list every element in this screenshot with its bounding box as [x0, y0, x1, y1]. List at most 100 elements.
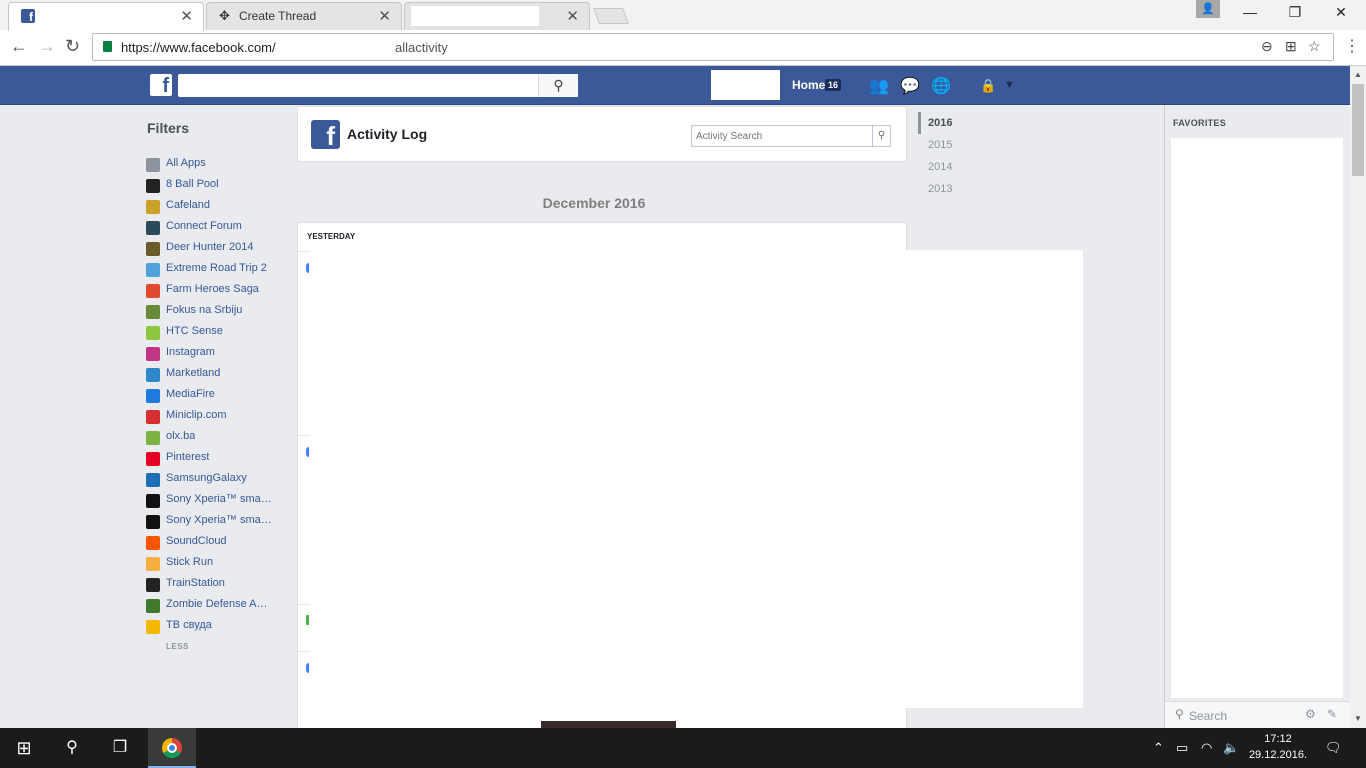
scroll-down-icon[interactable]: ▼: [1354, 714, 1362, 723]
filter-label: TrainStation: [166, 577, 225, 589]
translate-icon[interactable]: ⊞: [1285, 38, 1297, 55]
notifications-icon[interactable]: 🗨: [1325, 740, 1342, 756]
filter-item[interactable]: Extreme Road Trip 2: [146, 262, 286, 278]
home-link[interactable]: Home: [792, 78, 825, 92]
filter-item[interactable]: Farm Heroes Saga: [146, 283, 286, 299]
compose-icon[interactable]: ✎: [1327, 707, 1337, 721]
filter-label: Instagram: [166, 346, 215, 358]
app-icon: [146, 221, 160, 235]
back-arrow-icon[interactable]: ←: [10, 36, 28, 57]
year-link-2016[interactable]: 2016: [918, 112, 952, 134]
app-icon: [146, 242, 160, 256]
filter-item[interactable]: Marketland: [146, 367, 286, 383]
filter-item[interactable]: Zombie Defense A…: [146, 598, 286, 614]
forward-arrow-icon[interactable]: →: [38, 36, 56, 57]
forum-favicon-icon: ✥: [219, 8, 230, 23]
tab-close-icon[interactable]: ✕: [566, 7, 579, 25]
tab-create-thread[interactable]: ✥ Create Thread ✕: [206, 2, 402, 30]
filters-less-link[interactable]: LESS: [166, 642, 189, 651]
filter-item[interactable]: SamsungGalaxy: [146, 472, 286, 488]
filter-label: olx.ba: [166, 430, 196, 442]
activity-search-box[interactable]: ⚲: [691, 125, 891, 147]
filter-item[interactable]: Connect Forum: [146, 220, 286, 236]
year-link-2015[interactable]: 2015: [918, 134, 952, 156]
bookmark-star-icon[interactable]: ☆: [1308, 38, 1321, 55]
filter-item[interactable]: Sony Xperia™ sma…: [146, 493, 286, 509]
search-icon[interactable]: ⚲: [872, 126, 890, 146]
windows-taskbar: ⊞ ⚲ ❐ ⌃ ▭ ◠ 🔈 17:12 29.12.2016. 🗨: [0, 728, 1366, 768]
url-path-text: allactivity: [395, 40, 448, 55]
friend-requests-icon[interactable]: 👥: [869, 76, 889, 96]
facebook-logo-icon[interactable]: f: [150, 74, 172, 97]
zoom-icon[interactable]: ⊖: [1261, 38, 1273, 55]
tab-title: Create Thread: [239, 9, 317, 23]
minimize-icon[interactable]: —: [1240, 4, 1260, 20]
tab-facebook[interactable]: f ✕: [8, 2, 204, 31]
messages-icon[interactable]: 💬: [900, 76, 920, 96]
windows-start-icon[interactable]: ⊞: [0, 728, 48, 768]
chat-search-bar[interactable]: ⚲ Search ⚙ ✎: [1165, 701, 1351, 728]
chrome-taskbar-button[interactable]: [148, 728, 196, 768]
facebook-search-input[interactable]: ⚲: [178, 74, 578, 97]
filters-panel: Filters: [140, 120, 290, 150]
filter-item[interactable]: Stick Run: [146, 556, 286, 572]
filter-item[interactable]: Instagram: [146, 346, 286, 362]
filter-item[interactable]: Cafeland: [146, 199, 286, 215]
gear-icon[interactable]: ⚙: [1305, 707, 1316, 721]
tab-close-icon[interactable]: ✕: [378, 7, 391, 25]
tab-close-icon[interactable]: ✕: [180, 7, 193, 25]
tab-third[interactable]: ✕: [404, 2, 590, 30]
filter-label: Sony Xperia™ sma…: [166, 514, 272, 526]
app-icon: [146, 284, 160, 298]
scrollbar-thumb[interactable]: [1352, 84, 1364, 176]
new-tab-button[interactable]: [593, 8, 629, 24]
filter-item[interactable]: All Apps: [146, 157, 286, 173]
filter-label: Connect Forum: [166, 220, 242, 232]
page-scrollbar[interactable]: ▲ ▼: [1350, 66, 1366, 728]
profile-icon[interactable]: 👤: [1196, 0, 1220, 18]
facebook-favicon-icon: f: [21, 9, 35, 24]
chat-search-placeholder[interactable]: Search: [1189, 709, 1227, 723]
year-link-2014[interactable]: 2014: [918, 156, 952, 178]
filters-title: Filters: [147, 120, 190, 136]
notifications-globe-icon[interactable]: 🌐: [931, 76, 951, 96]
address-bar[interactable]: https://www.facebook.com/ allactivity ⊖ …: [92, 33, 1334, 61]
clock-time[interactable]: 17:12: [1252, 733, 1304, 745]
volume-icon[interactable]: 🔈: [1223, 740, 1239, 756]
filter-item[interactable]: MediaFire: [146, 388, 286, 404]
activity-search-input[interactable]: [692, 126, 872, 146]
filter-item[interactable]: HTC Sense: [146, 325, 286, 341]
wifi-icon[interactable]: ◠: [1201, 740, 1212, 756]
filter-label: All Apps: [166, 157, 206, 169]
menu-icon[interactable]: ⋮: [1344, 36, 1360, 56]
filter-item[interactable]: Sony Xperia™ sma…: [146, 514, 286, 530]
privacy-lock-icon[interactable]: 🔒: [980, 78, 996, 94]
filter-item[interactable]: Fokus na Srbiju: [146, 304, 286, 320]
filter-item[interactable]: SoundCloud: [146, 535, 286, 551]
restore-icon[interactable]: ❐: [1285, 4, 1305, 21]
filter-item[interactable]: Pinterest: [146, 451, 286, 467]
app-icon: [146, 347, 160, 361]
close-window-icon[interactable]: ✕: [1331, 4, 1351, 21]
search-icon[interactable]: ⚲: [538, 74, 578, 97]
reload-icon[interactable]: ↻: [65, 36, 80, 57]
filter-item[interactable]: 8 Ball Pool: [146, 178, 286, 194]
scroll-up-icon[interactable]: ▲: [1354, 70, 1362, 79]
filter-item[interactable]: olx.ba: [146, 430, 286, 446]
profile-link[interactable]: [711, 70, 780, 100]
search-icon[interactable]: ⚲: [48, 728, 96, 768]
filter-label: Extreme Road Trip 2: [166, 262, 267, 274]
task-view-icon[interactable]: ❐: [96, 728, 144, 768]
filter-item[interactable]: ТВ свуда: [146, 619, 286, 635]
url-text: https://www.facebook.com/: [121, 40, 276, 55]
filter-item[interactable]: Miniclip.com: [146, 409, 286, 425]
clock-date[interactable]: 29.12.2016.: [1248, 749, 1308, 761]
chevron-down-icon[interactable]: ▼: [1004, 79, 1015, 91]
filter-label: Farm Heroes Saga: [166, 283, 259, 295]
filter-item[interactable]: Deer Hunter 2014: [146, 241, 286, 257]
battery-icon[interactable]: ▭: [1176, 740, 1188, 756]
photo-thumbnail[interactable]: [541, 721, 676, 728]
chevron-up-icon[interactable]: ⌃: [1153, 740, 1164, 756]
filter-item[interactable]: TrainStation: [146, 577, 286, 593]
year-link-2013[interactable]: 2013: [918, 178, 952, 200]
